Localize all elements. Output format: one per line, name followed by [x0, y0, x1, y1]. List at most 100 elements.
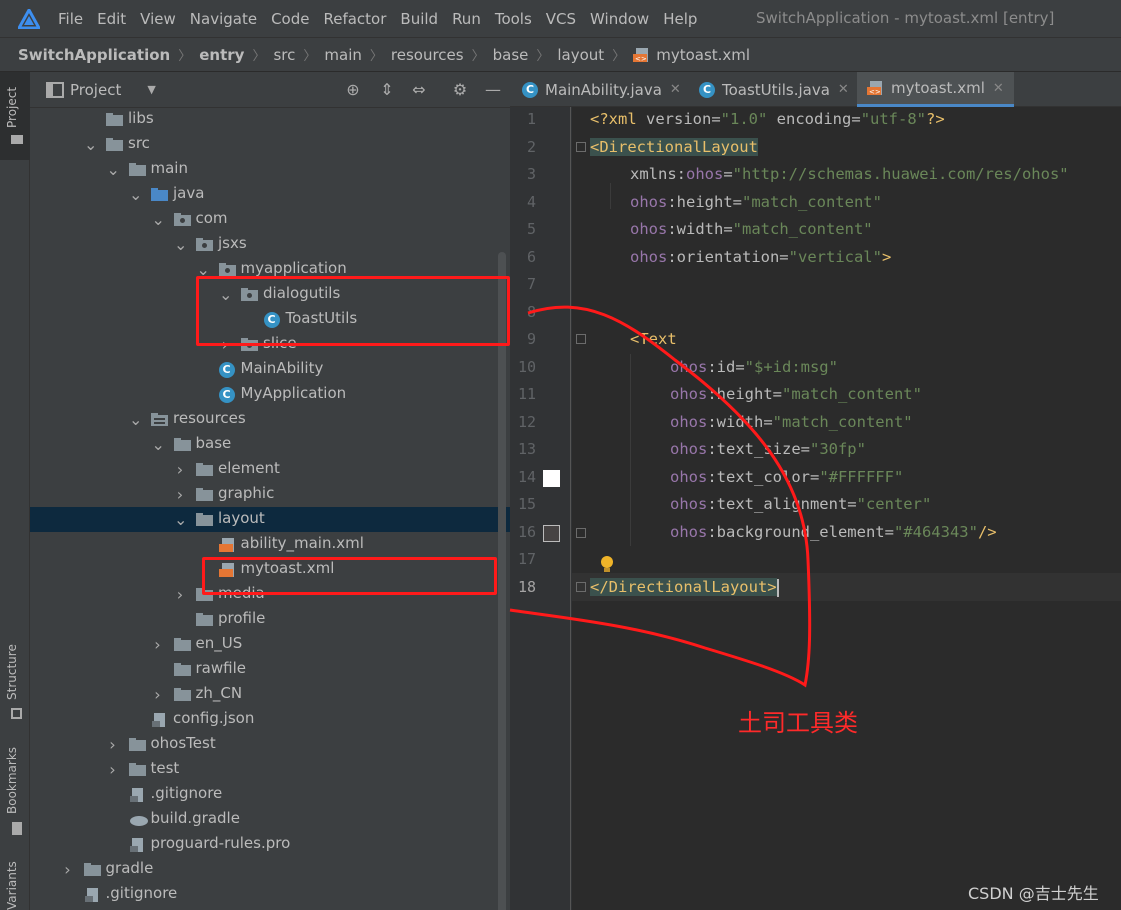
- tree-item-label: config.json: [173, 709, 255, 727]
- chevron-right-icon[interactable]: ›: [107, 762, 119, 778]
- tree-item[interactable]: ⌄ main: [30, 157, 510, 182]
- code-line-1[interactable]: <?xml version="1.0" encoding="utf-8"?>: [590, 110, 945, 128]
- dropdown-arrow-icon[interactable]: ▼: [147, 83, 155, 96]
- project-panel-title[interactable]: Project: [70, 81, 121, 99]
- breadcrumb-item[interactable]: SwitchApplication: [18, 46, 170, 64]
- code-line-5[interactable]: ohos:width="match_content": [630, 220, 873, 238]
- code-line-6[interactable]: ohos:orientation="vertical">: [630, 248, 891, 266]
- tree-item[interactable]: ⌄ resources: [30, 407, 510, 432]
- tree-item[interactable]: ⌄ com: [30, 207, 510, 232]
- breadcrumb-item[interactable]: entry: [199, 46, 244, 64]
- breadcrumb-item[interactable]: layout: [557, 46, 604, 64]
- tree-item[interactable]: › test: [30, 757, 510, 782]
- collapse-all-icon[interactable]: ⇔: [410, 81, 428, 99]
- chevron-right-icon[interactable]: ›: [174, 462, 186, 478]
- tree-item-label: rawfile: [195, 659, 246, 677]
- tree-item[interactable]: .gitignore: [30, 782, 510, 807]
- close-icon[interactable]: ✕: [838, 82, 849, 97]
- minimize-icon[interactable]: —: [484, 81, 502, 99]
- close-icon[interactable]: ✕: [993, 81, 1004, 96]
- breadcrumb-item[interactable]: resources: [391, 46, 464, 64]
- menu-tools[interactable]: Tools: [495, 10, 532, 28]
- tree-item[interactable]: C MyApplication: [30, 382, 510, 407]
- breadcrumb-item[interactable]: base: [493, 46, 529, 64]
- chevron-down-icon[interactable]: ⌄: [152, 437, 165, 453]
- tree-item[interactable]: › graphic: [30, 482, 510, 507]
- tree-item[interactable]: › ohosTest: [30, 732, 510, 757]
- breadcrumb-item[interactable]: mytoast.xml: [656, 46, 750, 64]
- menu-file[interactable]: File: [58, 10, 83, 28]
- chevron-down-icon[interactable]: ⌄: [174, 237, 187, 253]
- attr-name: version: [646, 110, 712, 128]
- tree-item[interactable]: › en_US: [30, 632, 510, 657]
- menu-run[interactable]: Run: [452, 10, 481, 28]
- line-number: 2: [526, 137, 536, 156]
- tree-item[interactable]: ⌄ jsxs: [30, 232, 510, 257]
- chevron-down-icon[interactable]: ⌄: [129, 412, 142, 428]
- chevron-down-icon[interactable]: ⌄: [174, 512, 187, 528]
- menu-build[interactable]: Build: [400, 10, 438, 28]
- chevron-right-icon[interactable]: ›: [107, 737, 119, 753]
- indent-guide: [610, 183, 611, 209]
- chevron-right-icon[interactable]: ›: [152, 687, 164, 703]
- tree-item[interactable]: rawfile: [30, 657, 510, 682]
- code-line-2[interactable]: <DirectionalLayout: [590, 138, 758, 156]
- tree-item[interactable]: C MainAbility: [30, 357, 510, 382]
- text-file-icon: [129, 837, 146, 852]
- tree-item[interactable]: libs: [30, 107, 510, 132]
- tree-item[interactable]: config.json: [30, 707, 510, 732]
- project-view-icon: [46, 81, 64, 98]
- chevron-right-icon[interactable]: ›: [174, 487, 186, 503]
- tree-item[interactable]: build.gradle: [30, 807, 510, 832]
- project-tool-tab[interactable]: Project: [0, 72, 30, 160]
- fold-marker-icon[interactable]: [576, 142, 586, 152]
- breadcrumb-item[interactable]: main: [324, 46, 361, 64]
- chevron-down-icon[interactable]: ⌄: [197, 262, 210, 278]
- menu-vcs[interactable]: VCS: [546, 10, 576, 28]
- chevron-down-icon[interactable]: ⌄: [84, 137, 97, 153]
- tree-item[interactable]: › gradle: [30, 857, 510, 882]
- chevron-right-icon[interactable]: ›: [174, 587, 186, 603]
- tree-item[interactable]: ⌄ src: [30, 132, 510, 157]
- structure-tool-tab[interactable]: Structure: [5, 644, 19, 700]
- tree-item[interactable]: ability_main.xml: [30, 532, 510, 557]
- tree-item[interactable]: ⌄ java: [30, 182, 510, 207]
- tree-item[interactable]: profile: [30, 607, 510, 632]
- menu-code[interactable]: Code: [271, 10, 309, 28]
- menu-bar: File Edit View Navigate Code Refactor Bu…: [0, 0, 1121, 37]
- line-number: 5: [526, 220, 536, 238]
- tab-mainability[interactable]: C MainAbility.java ✕: [522, 72, 681, 107]
- folder-icon: [106, 137, 123, 152]
- chevron-down-icon[interactable]: ⌄: [107, 162, 120, 178]
- menu-edit[interactable]: Edit: [97, 10, 126, 28]
- menu-help[interactable]: Help: [663, 10, 697, 28]
- tree-item[interactable]: › zh_CN: [30, 682, 510, 707]
- gear-icon[interactable]: ⚙: [451, 81, 469, 99]
- variants-tool-tab[interactable]: Variants: [5, 861, 19, 910]
- locate-icon[interactable]: ⊕: [344, 81, 362, 99]
- chevron-down-icon[interactable]: ⌄: [152, 212, 165, 228]
- tree-item[interactable]: .gitignore: [30, 882, 510, 907]
- menu-view[interactable]: View: [140, 10, 176, 28]
- tree-item[interactable]: ⌄ base: [30, 432, 510, 457]
- chevron-right-icon[interactable]: ›: [152, 637, 164, 653]
- tab-toastutils[interactable]: C ToastUtils.java ✕: [699, 72, 849, 107]
- json-file-icon: [151, 712, 168, 727]
- bookmarks-tool-tab[interactable]: Bookmarks: [5, 747, 19, 814]
- package-icon: [218, 262, 236, 277]
- menu-refactor[interactable]: Refactor: [323, 10, 386, 28]
- tree-item-label: com: [195, 209, 228, 227]
- menu-navigate[interactable]: Navigate: [190, 10, 257, 28]
- tab-mytoast[interactable]: <> mytoast.xml ✕: [857, 72, 1014, 107]
- chevron-down-icon[interactable]: ⌄: [129, 187, 142, 203]
- chevron-right-icon[interactable]: ›: [62, 862, 74, 878]
- tree-item[interactable]: proguard-rules.pro: [30, 832, 510, 857]
- menu-window[interactable]: Window: [590, 10, 649, 28]
- close-icon[interactable]: ✕: [670, 82, 681, 97]
- breadcrumb-item[interactable]: src: [273, 46, 295, 64]
- tree-item[interactable]: ⌄ layout: [30, 507, 510, 532]
- code-line-4[interactable]: ohos:height="match_content": [630, 193, 882, 211]
- expand-all-icon[interactable]: ⇕: [378, 81, 396, 99]
- code-line-3[interactable]: xmlns:ohos="http://schemas.huawei.com/re…: [630, 165, 1069, 183]
- tree-item[interactable]: › element: [30, 457, 510, 482]
